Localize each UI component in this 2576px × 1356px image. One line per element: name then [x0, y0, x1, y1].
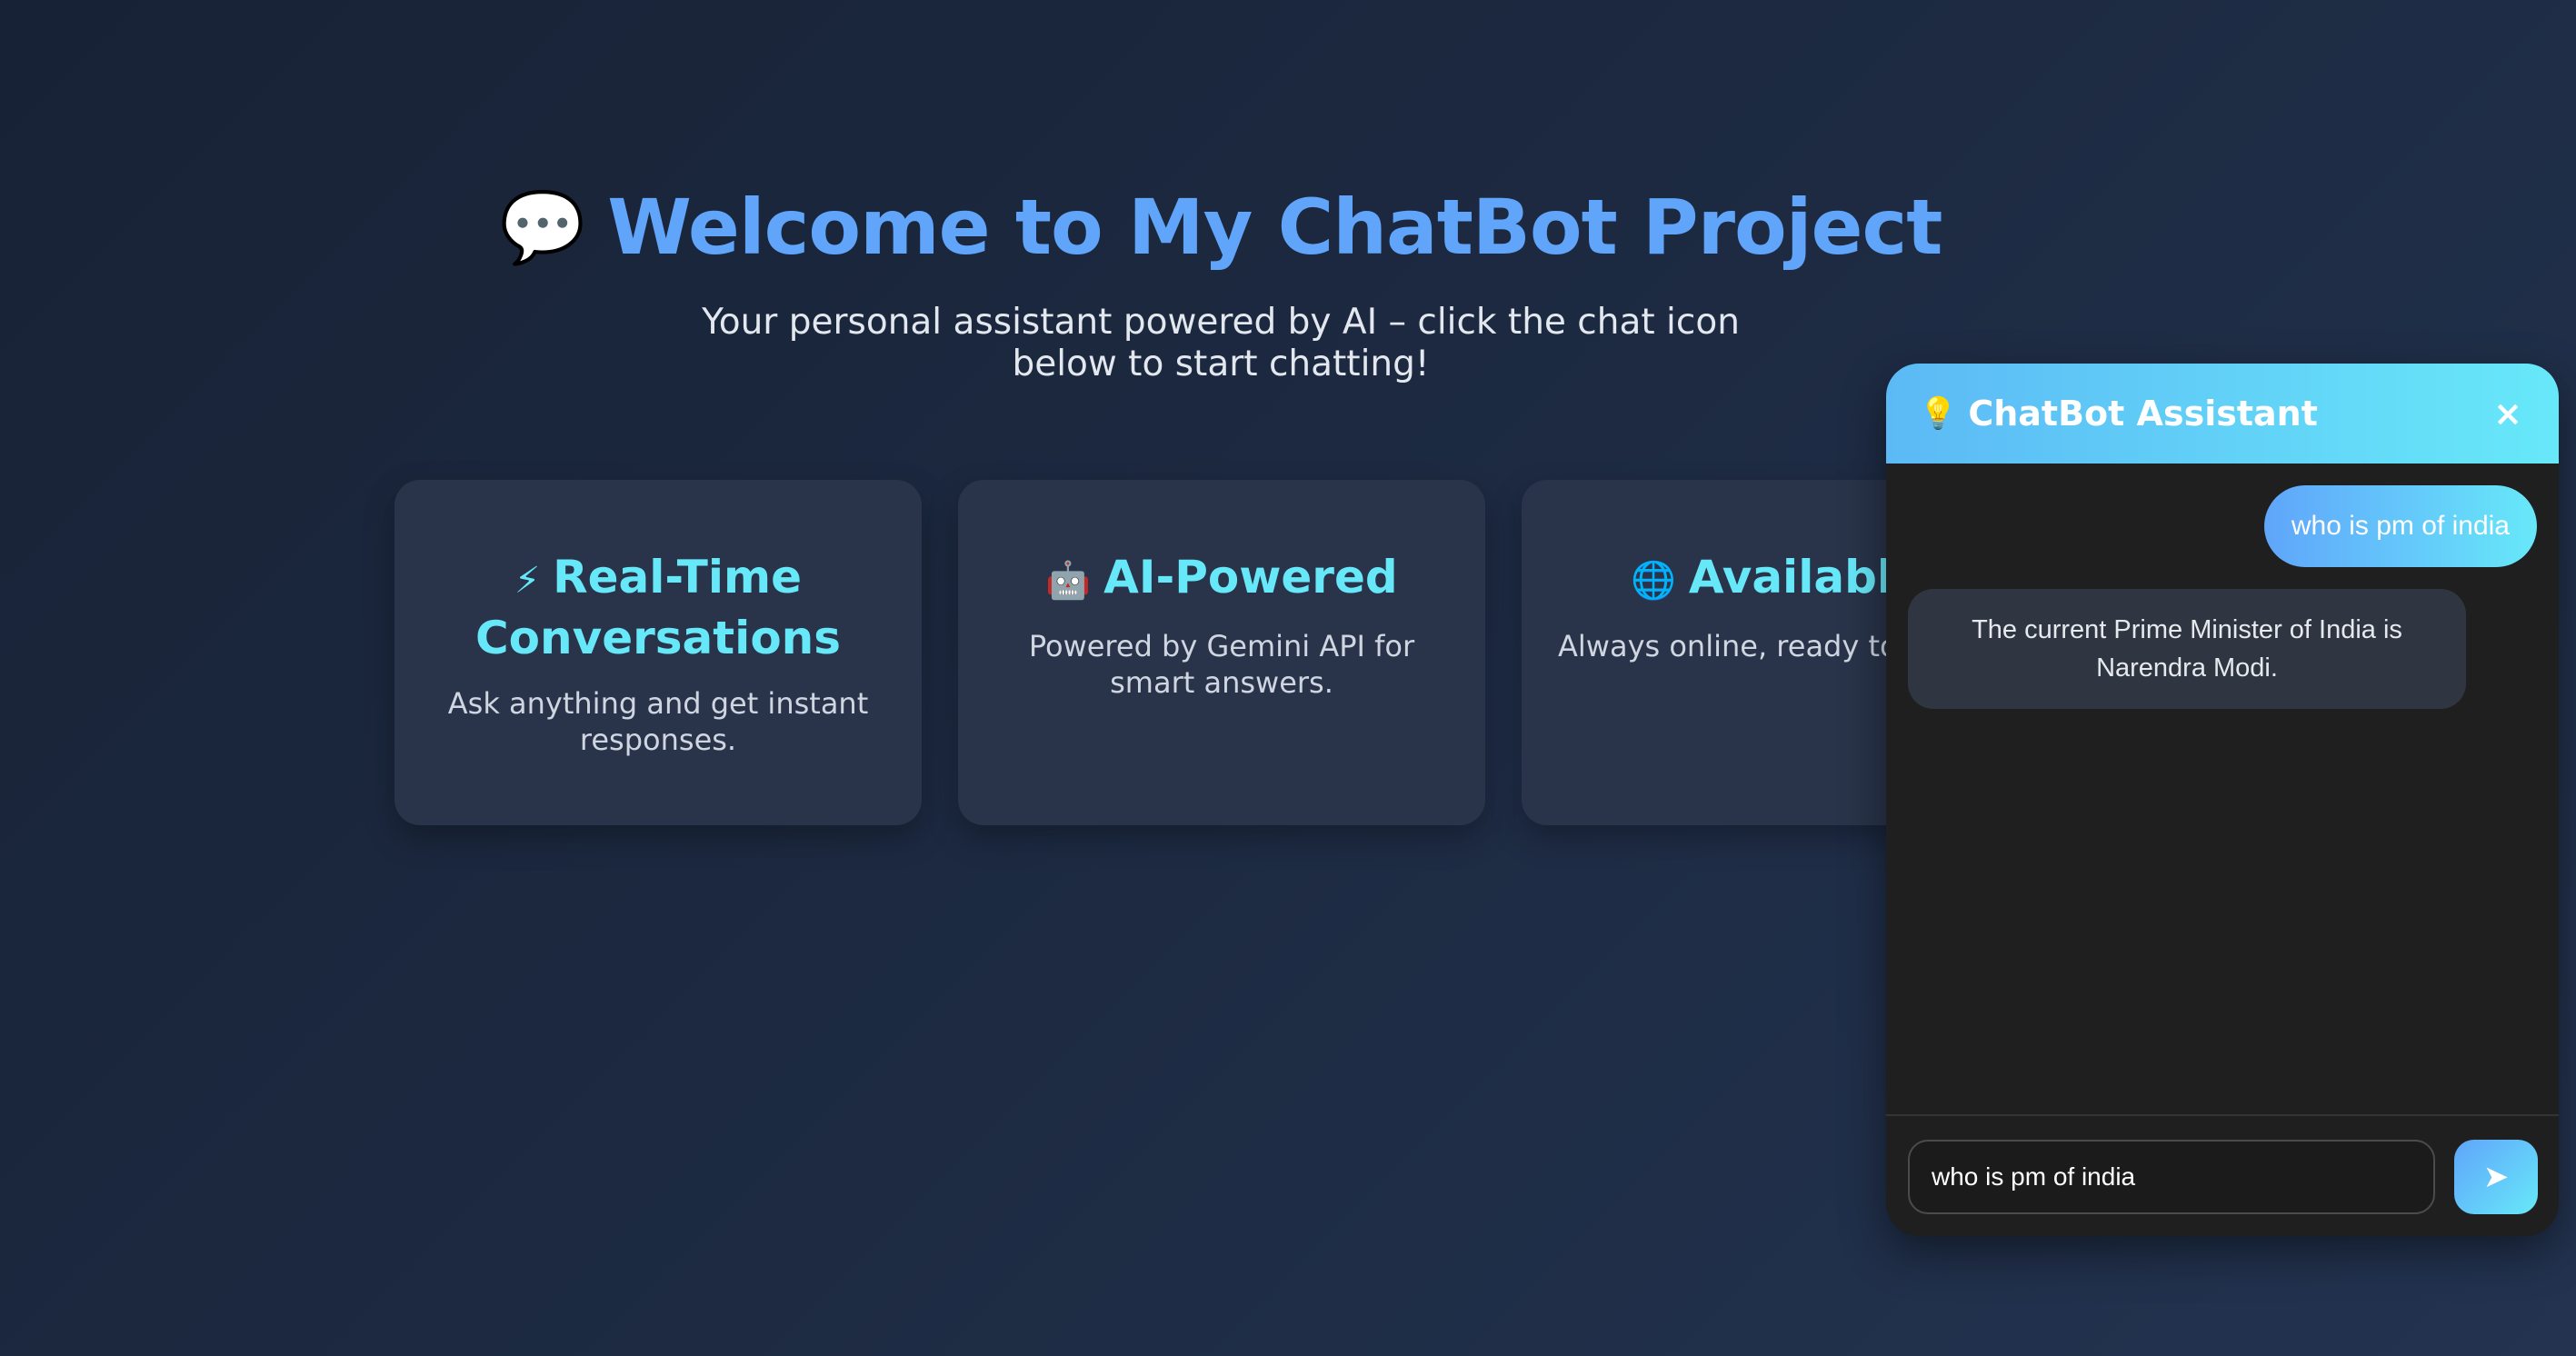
chat-messages[interactable]: who is pm of india The current Prime Min… [1886, 464, 2559, 1114]
send-icon: ➤ [2482, 1160, 2510, 1194]
globe-icon: 🌐 [1631, 560, 1676, 602]
chat-title: ChatBot Assistant [1968, 394, 2318, 434]
lightbulb-icon: 💡 [1919, 395, 1958, 432]
page-title: 💬 Welcome to My ChatBot Project [0, 173, 2441, 282]
feature-card-title: 🤖 AI-Powered [994, 549, 1449, 610]
user-message: who is pm of india [2263, 485, 2537, 567]
chat-header: 💡 ChatBot Assistant × [1886, 364, 2559, 464]
close-icon[interactable]: × [2484, 393, 2531, 434]
feature-card-title-text: AI-Powered [1103, 551, 1398, 603]
feature-card-real-time: ⚡ Real-Time Conversations Ask anything an… [394, 480, 922, 825]
chat-input[interactable] [1908, 1140, 2435, 1214]
bot-message: The current Prime Minister of India is N… [1908, 589, 2466, 709]
lightning-icon: ⚡ [514, 560, 541, 602]
feature-card-title: ⚡ Real-Time Conversations [431, 549, 885, 667]
page-subtitle: Your personal assistant powered by AI – … [702, 302, 1740, 384]
feature-card-description: Ask anything and get instant responses. [447, 686, 869, 757]
feature-card-ai-powered: 🤖 AI-Powered Powered by Gemini API for sm… [958, 480, 1485, 825]
feature-card-description: Powered by Gemini API for smart answers. [1028, 629, 1415, 700]
robot-icon: 🤖 [1045, 560, 1092, 602]
page-title-text: Welcome to My ChatBot Project [607, 183, 1942, 272]
chat-widget: 💡 ChatBot Assistant × who is pm of india… [1886, 364, 2559, 1236]
speech-bubble-icon: 💬 [499, 186, 586, 267]
send-button[interactable]: ➤ [2454, 1140, 2538, 1214]
chat-input-bar: ➤ [1886, 1114, 2559, 1236]
